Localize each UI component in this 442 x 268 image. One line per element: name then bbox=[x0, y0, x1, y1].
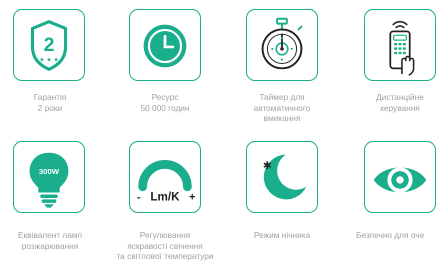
bulb-wattage-text: 300W bbox=[39, 167, 60, 176]
brightness-gauge-icon: - Lm/K + bbox=[137, 160, 195, 203]
remote-label: Дистанційне керування bbox=[376, 92, 424, 113]
eye-icon bbox=[373, 167, 427, 193]
warranty-label: Гарантія 2 роки bbox=[33, 92, 67, 113]
stopwatch-icon bbox=[261, 17, 303, 70]
remote-control-icon bbox=[389, 20, 415, 76]
svg-text:✱: ✱ bbox=[263, 159, 272, 172]
shield-2-stars-icon: 2 ★ ★ ★ bbox=[30, 20, 68, 71]
nightlight-tile: ✱ bbox=[246, 141, 318, 213]
brightness-unit-text: Lm/K bbox=[150, 190, 180, 203]
eye-safe-tile bbox=[364, 141, 436, 213]
eye-safe-label: Безпечно для оче bbox=[356, 230, 425, 240]
nightlight-label: Режим нічника bbox=[253, 230, 311, 240]
brightness-label: Регулювання яскравості свічення та світл… bbox=[116, 230, 214, 262]
svg-text:★ ★ ★: ★ ★ ★ bbox=[39, 57, 58, 64]
lifetime-label: Ресурс 50 000 годин bbox=[140, 92, 190, 113]
warranty-tile: 2 ★ ★ ★ bbox=[13, 9, 85, 81]
timer-tile bbox=[246, 9, 318, 81]
bulb-tile: 300W bbox=[13, 141, 85, 213]
warranty-badge-text: 2 bbox=[44, 34, 55, 56]
brightness-plus-text: + bbox=[189, 191, 195, 203]
timer-label: Таймер для автоматичного вмикання bbox=[253, 92, 311, 124]
light-bulb-icon: 300W bbox=[29, 152, 69, 208]
brightness-minus-text: - bbox=[137, 191, 141, 203]
bulb-label: Еквівалент ламп розжарювання bbox=[17, 230, 83, 251]
lifetime-tile bbox=[129, 9, 201, 81]
remote-tile bbox=[364, 9, 436, 81]
brightness-tile: - Lm/K + bbox=[129, 141, 201, 213]
clock-icon bbox=[143, 24, 187, 68]
moon-star-icon: ✱ bbox=[263, 154, 307, 200]
